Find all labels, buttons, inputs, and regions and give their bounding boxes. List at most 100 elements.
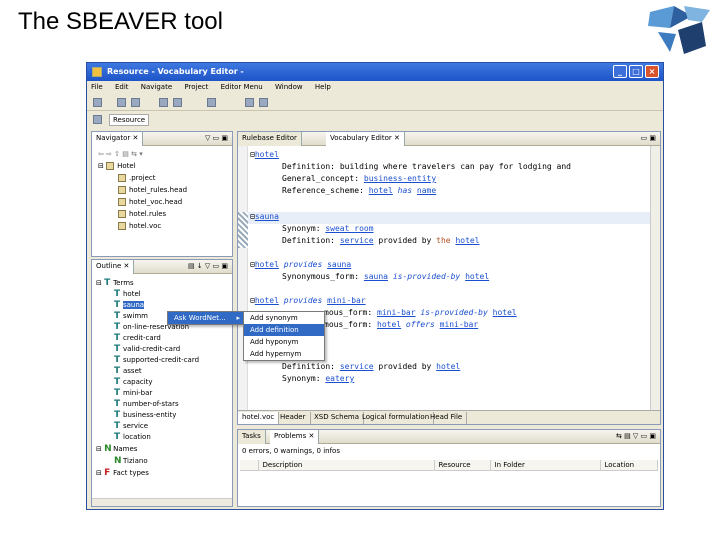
code-line[interactable]: General_concept: business-entity	[282, 174, 436, 183]
tab-outline[interactable]: Outline ✕	[92, 260, 135, 274]
outline-menu-icon[interactable]: ▤ ↓ ▽ ▭ ▣	[188, 262, 228, 270]
problems-menu-icon[interactable]: ⇆ ▤ ▽ ▭ ▣	[616, 432, 656, 440]
menu-item-ask-wordnet[interactable]: Ask WordNet... ▸	[168, 312, 246, 324]
outline-name[interactable]: NTiziano	[114, 456, 148, 466]
outline-term[interactable]: Tbusiness-entity	[114, 410, 176, 420]
menu-window[interactable]: Window	[275, 83, 303, 91]
outline-term[interactable]: Tmini-bar	[114, 388, 152, 398]
nav-file[interactable]: hotel.rules	[118, 210, 166, 218]
problems-table: Description Resource In Folder Location	[240, 460, 658, 471]
forward-icon[interactable]	[173, 98, 182, 107]
window-title: Resource - Vocabulary Editor -	[107, 67, 244, 76]
outline-term[interactable]: Tswimm	[114, 311, 148, 321]
tab-head-file[interactable]: Head File	[426, 412, 468, 424]
tab-tasks[interactable]: Tasks	[238, 430, 266, 444]
problems-col-header[interactable]: In Folder	[490, 460, 601, 471]
menu-item-add-synonym[interactable]: Add synonym	[244, 312, 324, 324]
main-toolbar	[87, 95, 663, 111]
minimize-button[interactable]: _	[613, 65, 627, 78]
file-icon	[118, 222, 126, 230]
perspective-resource[interactable]: Resource	[109, 114, 150, 126]
outline-term[interactable]: Tasset	[114, 366, 142, 376]
outline-term-label: credit-card	[123, 334, 161, 342]
outline-term[interactable]: Tcredit-card	[114, 333, 161, 343]
outline-term[interactable]: Thotel	[114, 289, 141, 299]
code-line[interactable]: Synonym: sweat_room	[282, 224, 374, 233]
menu-file[interactable]: File	[91, 83, 103, 91]
code-line[interactable]: Reference_scheme: hotel has name	[282, 186, 436, 195]
code-line[interactable]: ⊟hotel provides sauna	[250, 260, 351, 269]
nav-file[interactable]: hotel.voc	[118, 222, 161, 230]
outline-term[interactable]: Tlocation	[114, 432, 151, 442]
menu-help[interactable]: Help	[315, 83, 331, 91]
validate-icon[interactable]	[245, 98, 254, 107]
menu-edit[interactable]: Edit	[115, 83, 129, 91]
menu-navigate[interactable]: Navigate	[141, 83, 172, 91]
nav-root[interactable]: ⊟ Hotel	[98, 162, 136, 170]
tab-problems[interactable]: Problems ✕	[270, 430, 320, 444]
nav-file[interactable]: .project	[118, 174, 156, 182]
tab-navigator[interactable]: Navigator ✕	[92, 132, 144, 146]
outline-term[interactable]: Tcapacity	[114, 377, 153, 387]
tab-rulebase-editor[interactable]: Rulebase Editor	[238, 132, 302, 146]
print-icon[interactable]	[131, 98, 140, 107]
editor-scrollbar[interactable]	[650, 146, 660, 410]
tab-logical-formulation[interactable]: Logical formulation	[358, 412, 435, 424]
outline-term[interactable]: Tservice	[114, 421, 148, 431]
maximize-button[interactable]: □	[629, 65, 643, 78]
menubar: File Edit Navigate Project Editor Menu W…	[87, 81, 663, 95]
code-line[interactable]: Synonym: eatery	[282, 374, 354, 383]
outline-names[interactable]: ⊟ NNames	[96, 444, 137, 454]
outline-term[interactable]: Tvalid-credit-card	[114, 344, 180, 354]
next-icon[interactable]	[207, 98, 216, 107]
token: Definition:	[282, 362, 335, 371]
token: has	[397, 186, 413, 195]
menu-item-add-hypernym[interactable]: Add hypernym	[244, 348, 324, 360]
menu-item-add-definition[interactable]: Add definition	[244, 324, 324, 336]
outline-facts[interactable]: ⊟ F Fact types	[96, 468, 149, 478]
nav-arrows-icon[interactable]: ⇦ ⇨ ⇧ ▤ ⇆ ▾	[98, 150, 143, 158]
tab-xsd-schema[interactable]: XSD Schema	[310, 412, 364, 424]
outline-term-label: number-of-stars	[123, 400, 179, 408]
token: hotel	[436, 362, 461, 371]
editor-menu-icon[interactable]: ▭ ▣	[641, 134, 656, 142]
token: the	[436, 236, 451, 245]
nav-file[interactable]: hotel_rules.head	[118, 186, 187, 194]
new-icon[interactable]	[93, 98, 102, 107]
menu-item-add-hyponym[interactable]: Add hyponym	[244, 336, 324, 348]
code-line[interactable]: mous_form: mini-bar is-provided-by hotel	[324, 308, 517, 317]
open-perspective-icon[interactable]	[93, 115, 102, 124]
code-line[interactable]: Definition: service provided by hotel	[282, 362, 460, 371]
refresh-icon[interactable]	[259, 98, 268, 107]
window-titlebar: Resource - Vocabulary Editor - _ □ ×	[87, 63, 663, 81]
close-button[interactable]: ×	[645, 65, 659, 78]
code-line[interactable]: Definition: service provided by the hote…	[282, 236, 480, 245]
tab-vocabulary-editor[interactable]: Vocabulary Editor ✕	[326, 132, 405, 146]
problems-col-header[interactable]: Location	[600, 460, 658, 471]
nav-file[interactable]: hotel_voc.head	[118, 198, 182, 206]
outline-terms[interactable]: ⊟ T Terms	[96, 278, 134, 288]
code-line[interactable]: ⊟sauna	[250, 212, 279, 221]
outline-term[interactable]: Tsauna	[114, 300, 145, 310]
outline-scrollbar[interactable]	[92, 498, 232, 506]
code-line[interactable]: mous_form: hotel offers mini-bar	[324, 320, 478, 329]
code-line[interactable]: ⊟hotel provides mini-bar	[250, 296, 366, 305]
code-line[interactable]: Definition: building where travelers can…	[282, 162, 571, 171]
navigator-menu-icon[interactable]: ▽ ▭ ▣	[205, 134, 228, 142]
tab-header[interactable]: Header	[276, 412, 311, 424]
token: mous_form:	[324, 308, 373, 317]
problems-col-blank	[240, 460, 259, 471]
code-line[interactable]: Synonymous_form: sauna is-provided-by ho…	[282, 272, 489, 281]
menu-editor-menu[interactable]: Editor Menu	[221, 83, 263, 91]
problems-col-header[interactable]: Description	[258, 460, 435, 471]
tab-hotel-voc[interactable]: hotel.voc	[238, 412, 280, 424]
token: sauna	[363, 272, 388, 281]
back-icon[interactable]	[159, 98, 168, 107]
outline-term[interactable]: Tnumber-of-stars	[114, 399, 179, 409]
code-line[interactable]: ⊟hotel	[250, 150, 279, 159]
problems-col-header[interactable]: Resource	[434, 460, 491, 471]
token: eatery	[325, 374, 355, 383]
outline-term[interactable]: Tsupported-credit-card	[114, 355, 199, 365]
save-icon[interactable]	[117, 98, 126, 107]
menu-project[interactable]: Project	[184, 83, 208, 91]
